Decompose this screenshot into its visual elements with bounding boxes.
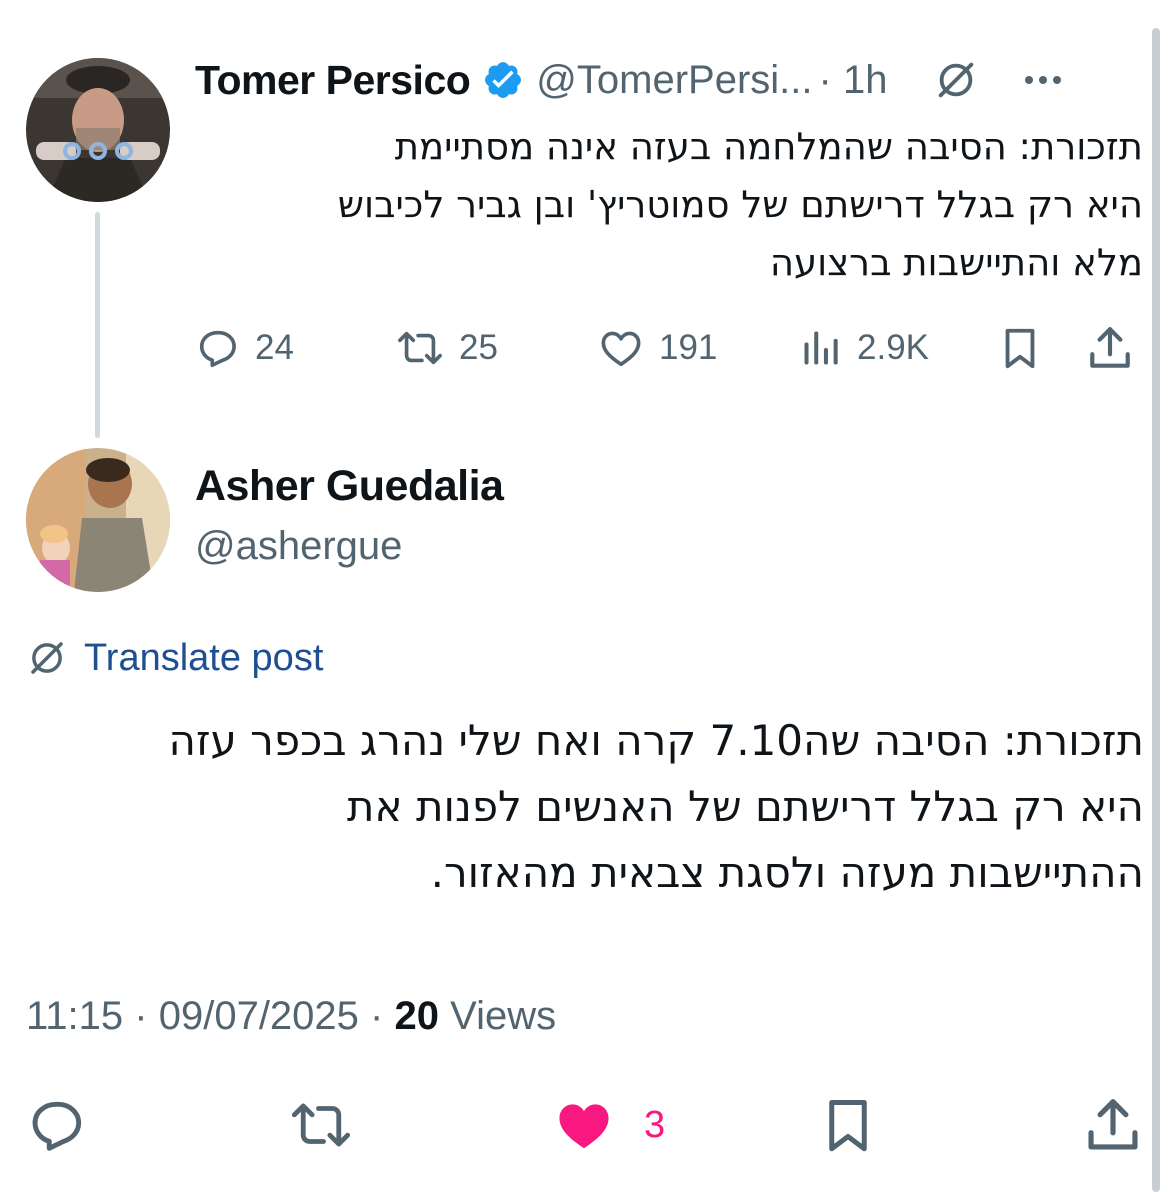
share-button[interactable] (1085, 316, 1135, 380)
translate-post-label[interactable]: Translate post (84, 637, 323, 680)
tweet-meta: 11:15 · 09/07/2025 · 20 Views (26, 994, 556, 1039)
bookmark-icon (1005, 328, 1035, 369)
parent-tweet-header: Tomer Persico @TomerPersi... · 1h (195, 52, 1145, 108)
parent-tweet-text: תזכורת: הסיבה שהמלחמה בעזה אינה מסתיימת … (195, 118, 1143, 292)
scrollbar[interactable] (1152, 28, 1160, 1192)
parent-tweet-time[interactable]: · 1h (819, 58, 888, 103)
author-name[interactable]: Asher Guedalia (195, 462, 504, 511)
reply-button[interactable]: 24 (195, 316, 294, 380)
share-button[interactable] (1082, 1090, 1144, 1160)
tweet-line: ההתיישבות מעזה ולסגת צבאית מהאזור. (430, 848, 1144, 897)
views-label: Views (450, 994, 557, 1038)
repost-button[interactable] (288, 1090, 354, 1160)
repost-count: 25 (459, 328, 498, 367)
parent-action-bar: 24 25 191 2.9K (195, 316, 1143, 380)
reply-count: 24 (255, 328, 294, 367)
views-icon (804, 331, 838, 365)
meta-separator: · (134, 994, 148, 1038)
parent-avatar[interactable] (26, 58, 170, 202)
tweet-line: היא רק בגלל דרישתם של האנשים לפנות את (346, 782, 1144, 831)
like-icon (601, 331, 641, 367)
tweet-action-bar: 3 (26, 1090, 1144, 1160)
parent-tweet-line: היא רק בגלל דרישתם של סמוטריץ' ובן גביר … (337, 183, 1143, 226)
bookmark-icon (829, 1100, 867, 1152)
repost-button[interactable]: 25 (395, 316, 498, 380)
tweet-text: תזכורת: הסיבה שה7.10 קרה ואח שלי נהרג בכ… (26, 708, 1144, 906)
parent-tweet-line: תזכורת: הסיבה שהמלחמה בעזה אינה מסתיימת (394, 125, 1143, 168)
reply-button[interactable] (26, 1090, 88, 1160)
views-button[interactable]: 2.9K (799, 316, 929, 380)
like-button[interactable]: 3 (552, 1090, 665, 1160)
author-handle[interactable]: @ashergue (195, 524, 402, 569)
bookmark-button[interactable] (818, 1090, 878, 1160)
views-count: 2.9K (857, 328, 929, 367)
parent-author-handle[interactable]: @TomerPersi... (536, 58, 812, 103)
thread-connector-line (95, 212, 100, 438)
repost-icon (398, 331, 442, 365)
tweet-date[interactable]: 09/07/2025 (159, 994, 359, 1038)
like-button[interactable]: 191 (597, 316, 717, 380)
verified-badge-icon (482, 59, 524, 101)
translate-icon[interactable] (933, 57, 979, 103)
parent-tweet-line: מלא והתיישבות ברצועה (769, 241, 1143, 284)
like-count: 191 (659, 328, 718, 367)
bookmark-button[interactable] (997, 316, 1043, 380)
reply-icon (32, 1101, 82, 1151)
author-avatar[interactable] (26, 448, 170, 592)
views-count: 20 (394, 994, 440, 1038)
tweet-time[interactable]: 11:15 (26, 994, 123, 1038)
share-icon (1088, 1099, 1138, 1150)
like-count: 3 (644, 1103, 666, 1146)
reply-icon (199, 330, 236, 368)
more-icon[interactable] (1021, 72, 1065, 88)
parent-author-name[interactable]: Tomer Persico (195, 57, 471, 104)
meta-separator: · (370, 994, 384, 1038)
translate-post-link[interactable]: Translate post (26, 632, 323, 684)
repost-icon (291, 1103, 351, 1147)
translate-icon (31, 642, 63, 674)
like-filled-icon (559, 1104, 609, 1149)
share-icon (1090, 327, 1130, 368)
tweet-line: תזכורת: הסיבה שה7.10 קרה ואח שלי נהרג בכ… (168, 716, 1144, 765)
